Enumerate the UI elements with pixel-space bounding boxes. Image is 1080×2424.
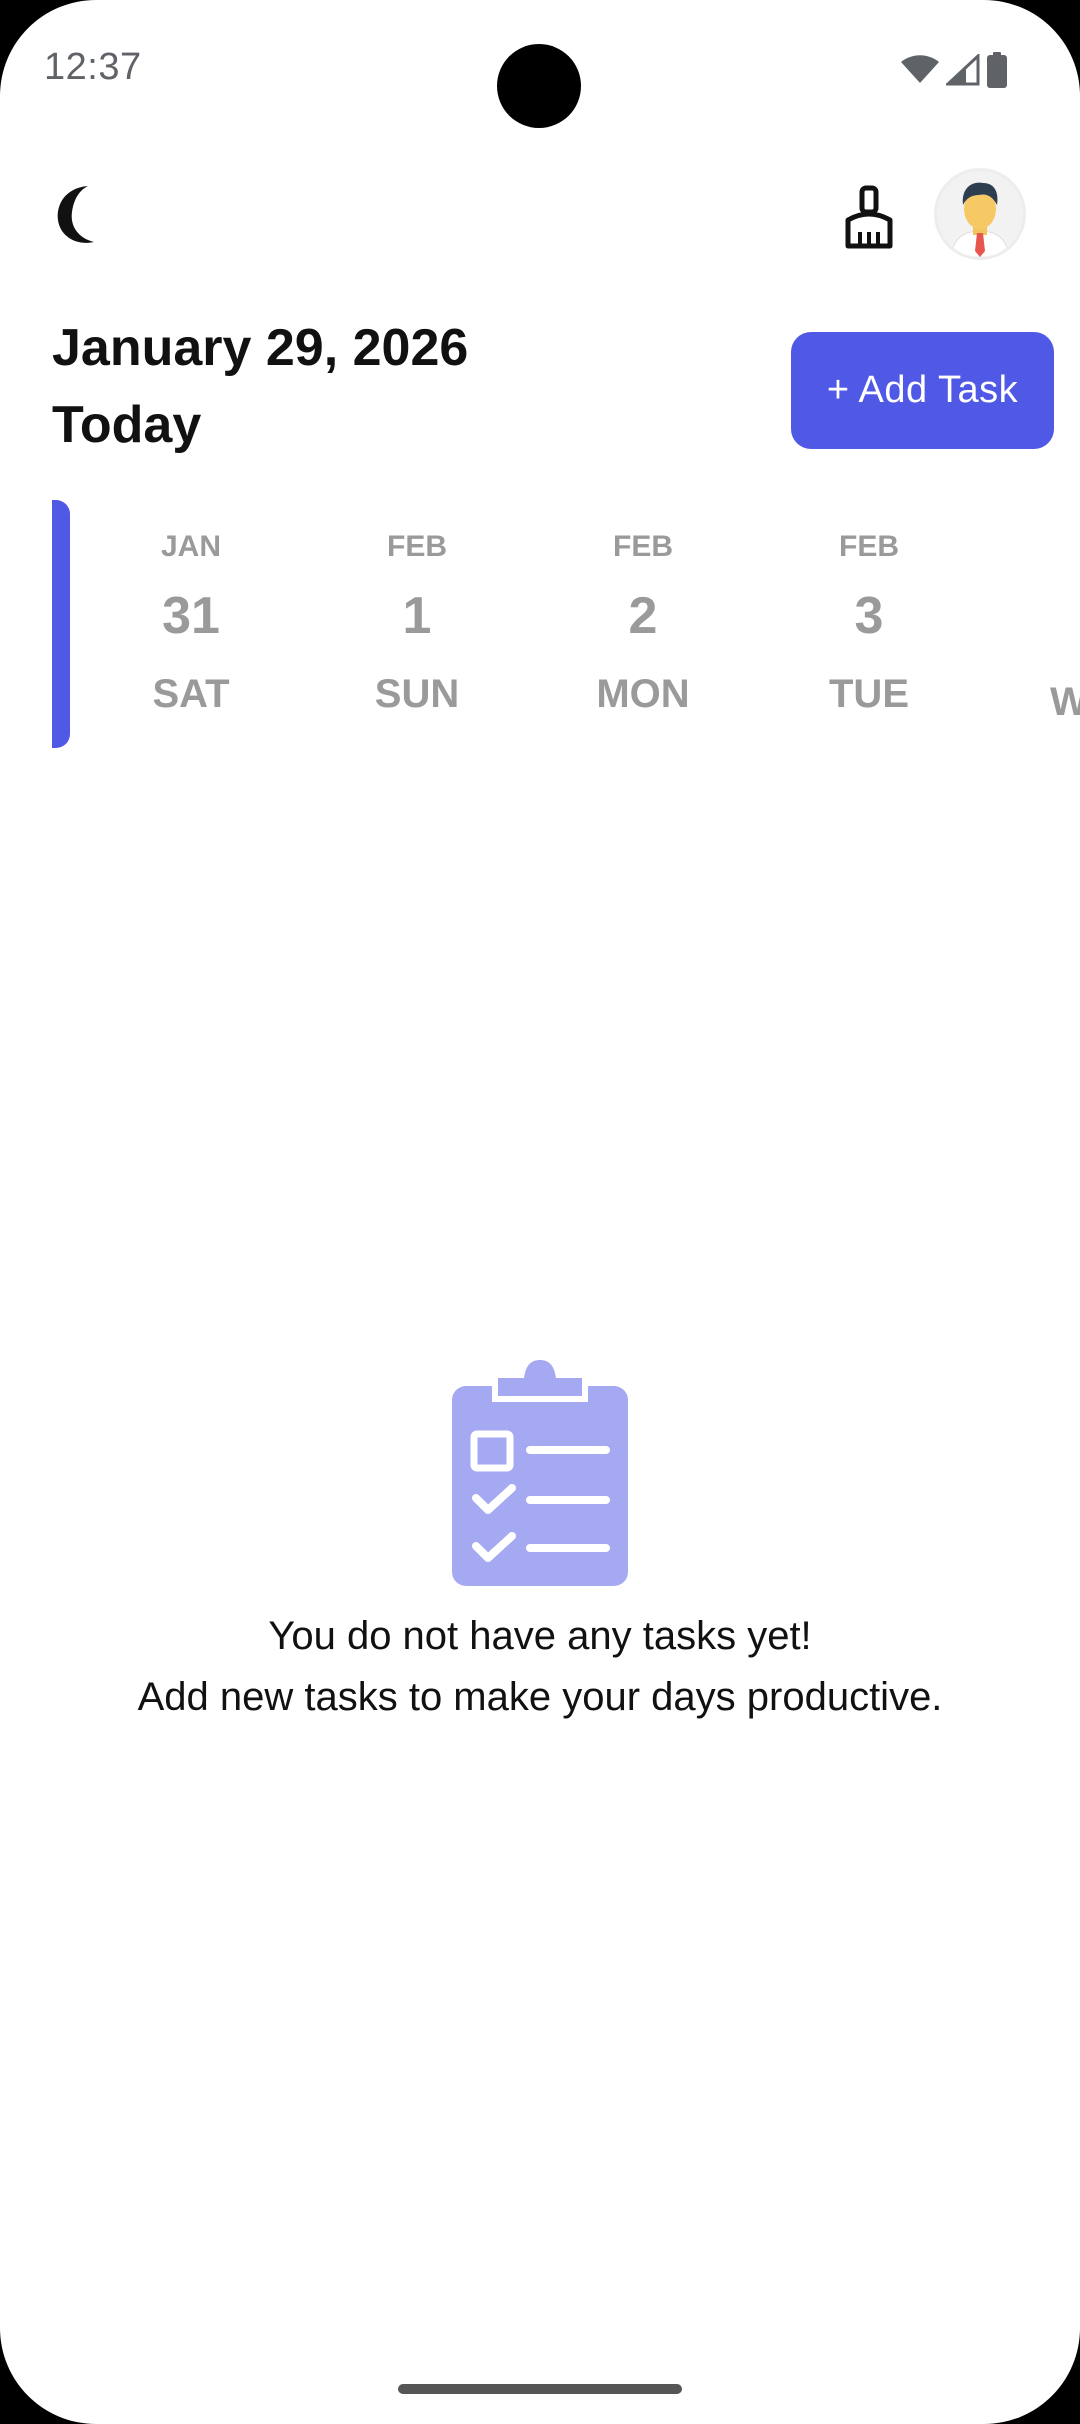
- signal-icon: [946, 54, 980, 86]
- wifi-icon: [900, 55, 940, 85]
- date-weekday: MON: [596, 672, 690, 716]
- date-strip[interactable]: JAN 31 SAT FEB 1 SUN FEB 2 MON FEB 3 TUE…: [52, 500, 1080, 748]
- date-item-next-partial[interactable]: W: [1050, 680, 1080, 720]
- date-item-jan-31[interactable]: JAN 31 SAT: [106, 500, 276, 748]
- clear-tasks-button[interactable]: [838, 184, 900, 254]
- camera-cutout: [497, 44, 581, 128]
- status-time: 12:37: [44, 46, 142, 88]
- moon-icon: [57, 186, 94, 243]
- empty-state-title: You do not have any tasks yet!: [268, 1614, 812, 1658]
- date-month: JAN: [160, 530, 221, 563]
- date-weekday: TUE: [829, 672, 909, 716]
- battery-icon: [986, 52, 1008, 88]
- date-item-feb-2[interactable]: FEB 2 MON: [558, 500, 728, 748]
- empty-state-subtitle: Add new tasks to make your days producti…: [137, 1675, 943, 1719]
- theme-toggle-button[interactable]: [50, 180, 110, 250]
- selected-date-indicator: [52, 500, 70, 748]
- user-avatar-icon: [950, 182, 1010, 257]
- status-icons: [900, 52, 1008, 88]
- date-day: 2: [628, 587, 658, 645]
- date-weekday: SAT: [152, 672, 230, 716]
- status-bar: 12:37: [0, 0, 1080, 140]
- date-day: 1: [402, 587, 432, 645]
- date-month: FEB: [613, 530, 673, 563]
- broom-icon: [845, 185, 893, 249]
- gesture-navigation-bar[interactable]: [398, 2384, 682, 2394]
- profile-avatar[interactable]: [934, 168, 1026, 260]
- date-day: 3: [854, 587, 884, 645]
- date-month: FEB: [387, 530, 447, 563]
- current-date-heading: January 29, 2026: [52, 319, 469, 377]
- clipboard-checklist-icon: [452, 1350, 628, 1586]
- date-item-feb-3[interactable]: FEB 3 TUE: [784, 500, 954, 748]
- date-weekday: SUN: [374, 672, 460, 716]
- date-day: 31: [162, 587, 220, 645]
- date-month: FEB: [839, 530, 899, 563]
- date-item-feb-1[interactable]: FEB 1 SUN: [332, 500, 502, 748]
- app-screen: 12:37 January 29, 2026 Today + Add Task …: [0, 0, 1080, 2424]
- today-label: Today: [52, 396, 202, 454]
- add-task-button[interactable]: + Add Task: [791, 332, 1054, 449]
